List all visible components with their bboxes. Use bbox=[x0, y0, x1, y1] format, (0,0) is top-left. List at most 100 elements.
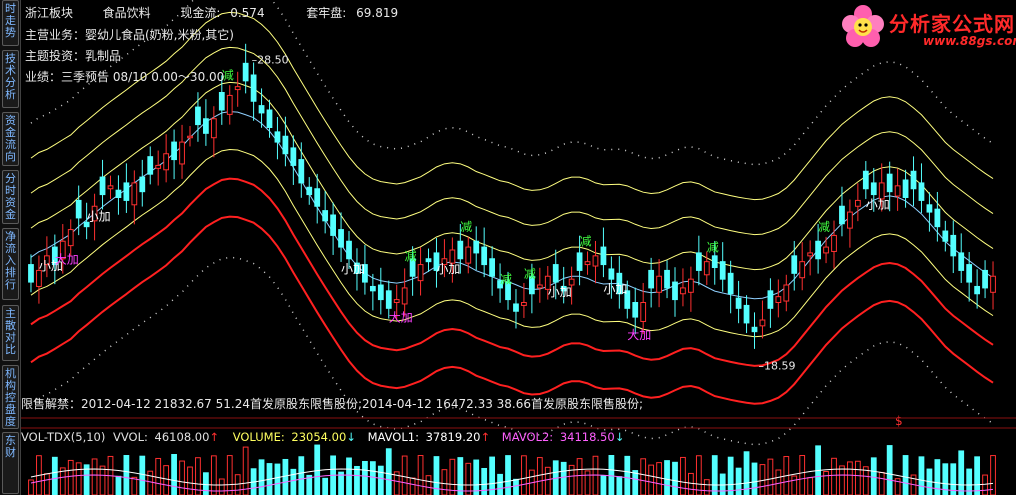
volume-bar bbox=[680, 456, 686, 495]
signal-label: 减 bbox=[707, 241, 719, 255]
signal-label: 小加 bbox=[436, 262, 460, 276]
candle-body bbox=[210, 118, 217, 139]
volume-bar bbox=[441, 469, 448, 495]
vvol-label: VVOL: bbox=[113, 430, 148, 444]
candle-body bbox=[290, 147, 297, 166]
signal-label: 大加 bbox=[389, 311, 413, 325]
candle-body bbox=[457, 240, 464, 260]
candle-body bbox=[839, 205, 845, 225]
volume-bar bbox=[401, 455, 408, 495]
volume-bar bbox=[115, 475, 122, 495]
site-logo: 分析家公式网 www.88gs.com bbox=[839, 4, 1016, 52]
candle-body bbox=[958, 252, 965, 271]
volume-bar bbox=[664, 460, 670, 495]
candle-body bbox=[934, 208, 941, 228]
lowest-red-band-line bbox=[30, 215, 994, 405]
sidebar-tab-7[interactable]: 机构控盘度 bbox=[2, 365, 19, 429]
sidebar-tab-4[interactable]: 分时资金 bbox=[2, 170, 19, 224]
candle-body bbox=[489, 258, 496, 277]
sidebar: 时走势技术分析资金流向分时资金净流入排行主散对比机构控盘度东财 bbox=[0, 0, 21, 495]
candle-body bbox=[401, 287, 408, 305]
volume-bar bbox=[807, 477, 814, 495]
candle-body bbox=[393, 299, 400, 304]
candle-body bbox=[258, 105, 265, 114]
industry-label: 食品饮料 bbox=[102, 6, 151, 20]
volume-bar bbox=[234, 474, 241, 495]
volume-bar bbox=[258, 459, 265, 495]
trap-label: 套牢盘: bbox=[306, 6, 347, 20]
candle-body bbox=[767, 290, 774, 309]
volume-bar bbox=[171, 454, 177, 495]
candle-body bbox=[425, 258, 432, 263]
candle-body bbox=[759, 319, 766, 327]
candle-body bbox=[672, 281, 678, 301]
sidebar-tab-3[interactable]: 资金流向 bbox=[2, 112, 19, 166]
sidebar-tab-1[interactable]: 时走势 bbox=[2, 0, 19, 46]
volume-bar bbox=[385, 448, 392, 495]
candle-body bbox=[894, 185, 901, 197]
volume-bar bbox=[695, 455, 702, 495]
volume-bar bbox=[131, 476, 138, 495]
candle-body bbox=[600, 246, 607, 266]
sidebar-tab-2[interactable]: 技术分析 bbox=[2, 50, 19, 108]
volume-bar bbox=[497, 473, 503, 495]
volume-bar bbox=[536, 457, 543, 495]
candle-body bbox=[926, 204, 933, 213]
candle-body bbox=[369, 285, 376, 292]
candle-body bbox=[171, 141, 177, 161]
middle-band-line bbox=[30, 111, 994, 300]
sidebar-tab-5[interactable]: 净流入排行 bbox=[2, 228, 19, 300]
volume-bar bbox=[703, 479, 710, 495]
candle-body bbox=[910, 170, 917, 190]
volume-bar bbox=[521, 455, 527, 495]
candle-body bbox=[338, 229, 344, 248]
candle-body bbox=[783, 284, 790, 302]
candle-body bbox=[242, 62, 249, 82]
volume-bar bbox=[179, 460, 185, 495]
signal-label: 小加 bbox=[87, 209, 111, 223]
sidebar-tab-8[interactable]: 东财 bbox=[2, 432, 19, 494]
volume-bar bbox=[354, 465, 360, 495]
performance-info: 业绩：三季预告 08/10 0.00～30.00 bbox=[25, 70, 225, 84]
candle-body bbox=[815, 240, 821, 260]
volume-label: VOLUME: bbox=[232, 430, 285, 444]
volume-bar bbox=[409, 477, 416, 495]
volume-bar bbox=[870, 457, 877, 495]
candle-body bbox=[870, 182, 877, 196]
sector-label: 浙江板块 bbox=[25, 6, 74, 20]
volume-bar bbox=[902, 455, 909, 495]
sidebar-tab-6[interactable]: 主散对比 bbox=[2, 305, 19, 361]
candle-body bbox=[592, 255, 599, 267]
candle-body bbox=[226, 94, 233, 115]
candle-body bbox=[966, 264, 973, 283]
candle-body bbox=[695, 252, 702, 271]
candle-body bbox=[982, 269, 988, 289]
down-arrow-icon: ↓ bbox=[614, 430, 625, 444]
unlock-marker: $ bbox=[895, 414, 903, 428]
volume-bar bbox=[648, 464, 655, 495]
candle-body bbox=[688, 278, 694, 293]
volume-bar bbox=[823, 471, 829, 495]
logo-title: 分析家公式网 bbox=[889, 12, 1015, 36]
candle-body bbox=[640, 302, 647, 322]
volume-bar bbox=[560, 461, 567, 495]
volume-bar bbox=[624, 455, 631, 495]
volume-bar bbox=[640, 458, 647, 495]
signal-label: 减 bbox=[818, 220, 830, 234]
unlock-info: 限售解禁：2012-04-12 21832.67 51.24首发原股东限售股份;… bbox=[21, 397, 644, 411]
volume-bar bbox=[473, 459, 480, 495]
volume-bar bbox=[791, 475, 798, 495]
volume-bar bbox=[210, 455, 217, 495]
candle-body bbox=[950, 234, 957, 257]
volume-bar bbox=[187, 466, 193, 495]
candle-body bbox=[878, 182, 885, 200]
candle-body bbox=[75, 199, 82, 219]
candle-body bbox=[163, 153, 170, 171]
theme-info: 主题投资：乳制品 bbox=[25, 49, 122, 63]
logo-url: www.88gs.com bbox=[923, 34, 1016, 48]
volume-bar bbox=[958, 450, 965, 495]
candle-body bbox=[608, 268, 615, 280]
candle-body bbox=[322, 210, 329, 222]
volume-bar bbox=[91, 458, 98, 495]
volume-value: 23054.00 bbox=[291, 430, 347, 444]
